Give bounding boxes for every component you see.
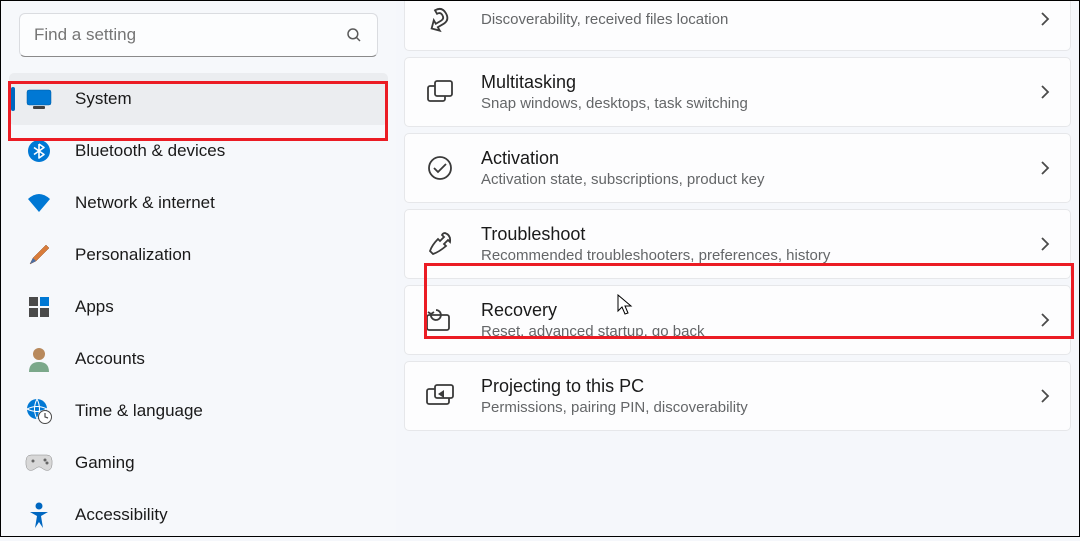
sidebar-item-system[interactable]: System bbox=[9, 73, 388, 125]
card-title: Troubleshoot bbox=[481, 224, 830, 245]
card-projecting[interactable]: Projecting to this PC Permissions, pairi… bbox=[404, 361, 1071, 431]
chevron-right-icon bbox=[1038, 234, 1052, 254]
sidebar-item-accounts[interactable]: Accounts bbox=[9, 333, 388, 385]
card-subtitle: Permissions, pairing PIN, discoverabilit… bbox=[481, 399, 748, 416]
sidebar-item-label: Personalization bbox=[75, 245, 191, 265]
search-icon bbox=[345, 26, 363, 44]
sidebar-item-bluetooth[interactable]: Bluetooth & devices bbox=[9, 125, 388, 177]
search-input-wrap[interactable] bbox=[19, 13, 378, 57]
card-troubleshoot[interactable]: Troubleshoot Recommended troubleshooters… bbox=[404, 209, 1071, 279]
multitask-icon bbox=[423, 75, 457, 109]
checkmark-circle-icon bbox=[423, 151, 457, 185]
monitor-icon bbox=[25, 85, 53, 113]
gamepad-icon bbox=[25, 449, 53, 477]
accessibility-icon bbox=[25, 501, 53, 529]
chevron-right-icon bbox=[1038, 82, 1052, 102]
apps-icon bbox=[25, 293, 53, 321]
wifi-icon bbox=[25, 189, 53, 217]
card-subtitle: Reset, advanced startup, go back bbox=[481, 323, 704, 340]
share-icon bbox=[423, 2, 457, 36]
paintbrush-icon bbox=[25, 241, 53, 269]
sidebar-item-label: Bluetooth & devices bbox=[75, 141, 225, 161]
chevron-right-icon bbox=[1038, 386, 1052, 406]
search-input[interactable] bbox=[34, 25, 345, 45]
card-recovery[interactable]: Recovery Reset, advanced startup, go bac… bbox=[404, 285, 1071, 355]
card-title: Activation bbox=[481, 148, 764, 169]
card-subtitle: Discoverability, received files location bbox=[481, 11, 728, 28]
sidebar-item-label: Gaming bbox=[75, 453, 135, 473]
sidebar-item-label: Accessibility bbox=[75, 505, 168, 525]
sidebar-item-label: Network & internet bbox=[75, 193, 215, 213]
settings-sidebar: System Bluetooth & devices Network & int… bbox=[1, 1, 396, 536]
card-title: Multitasking bbox=[481, 72, 748, 93]
sidebar-item-label: Time & language bbox=[75, 401, 203, 421]
globe-clock-icon bbox=[25, 397, 53, 425]
settings-main: Nearby sharing Discoverability, received… bbox=[396, 1, 1079, 536]
sidebar-item-label: System bbox=[75, 89, 132, 109]
sidebar-item-label: Apps bbox=[75, 297, 114, 317]
card-activation[interactable]: Activation Activation state, subscriptio… bbox=[404, 133, 1071, 203]
card-multitasking[interactable]: Multitasking Snap windows, desktops, tas… bbox=[404, 57, 1071, 127]
chevron-right-icon bbox=[1038, 310, 1052, 330]
bluetooth-icon bbox=[25, 137, 53, 165]
card-subtitle: Activation state, subscriptions, product… bbox=[481, 171, 764, 188]
sidebar-item-personalization[interactable]: Personalization bbox=[9, 229, 388, 281]
chevron-right-icon bbox=[1038, 9, 1052, 29]
sidebar-item-gaming[interactable]: Gaming bbox=[9, 437, 388, 489]
sidebar-item-network[interactable]: Network & internet bbox=[9, 177, 388, 229]
card-nearby-sharing[interactable]: Nearby sharing Discoverability, received… bbox=[404, 1, 1071, 51]
card-title: Recovery bbox=[481, 300, 704, 321]
sidebar-item-label: Accounts bbox=[75, 349, 145, 369]
chevron-right-icon bbox=[1038, 158, 1052, 178]
card-subtitle: Snap windows, desktops, task switching bbox=[481, 95, 748, 112]
card-title: Projecting to this PC bbox=[481, 376, 748, 397]
person-icon bbox=[25, 345, 53, 373]
sidebar-item-apps[interactable]: Apps bbox=[9, 281, 388, 333]
sidebar-item-accessibility[interactable]: Accessibility bbox=[9, 489, 388, 541]
recovery-icon bbox=[423, 303, 457, 337]
sidebar-item-time[interactable]: Time & language bbox=[9, 385, 388, 437]
card-subtitle: Recommended troubleshooters, preferences… bbox=[481, 247, 830, 264]
projecting-icon bbox=[423, 379, 457, 413]
wrench-icon bbox=[423, 227, 457, 261]
